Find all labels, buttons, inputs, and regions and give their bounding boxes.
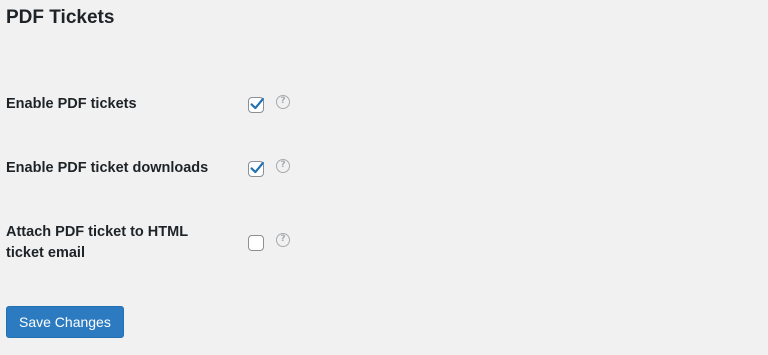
checkmark-icon [250, 97, 264, 110]
enable-pdf-tickets-checkbox[interactable] [248, 97, 264, 113]
setting-label: Enable PDF tickets [6, 96, 137, 112]
question-circle-icon[interactable]: ? [276, 159, 290, 173]
attach-pdf-ticket-checkbox[interactable] [248, 235, 264, 251]
enable-pdf-ticket-downloads-checkbox[interactable] [248, 161, 264, 177]
question-circle-icon[interactable]: ? [276, 233, 290, 247]
page-title: PDF Tickets [6, 7, 115, 28]
setting-label: Attach PDF ticket to HTML ticket email [6, 224, 188, 261]
setting-label: Enable PDF ticket downloads [6, 160, 209, 176]
question-circle-icon[interactable]: ? [276, 95, 290, 109]
save-changes-button[interactable]: Save Changes [6, 306, 124, 338]
checkmark-icon [250, 161, 264, 174]
